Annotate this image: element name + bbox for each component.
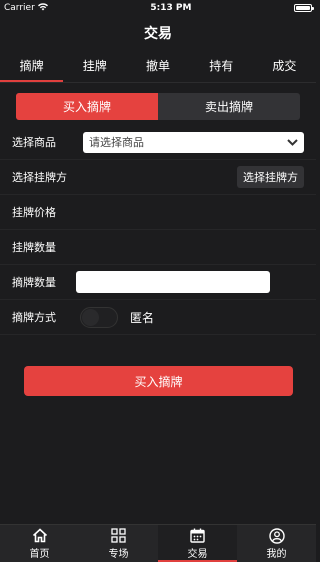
tabbar-trade-label: 交易 — [187, 548, 208, 560]
product-select[interactable]: 请选择商品 — [83, 131, 304, 153]
tab-delist[interactable]: 摘牌 — [0, 49, 64, 82]
delist-quantity-input[interactable] — [76, 271, 270, 293]
user-icon — [268, 527, 285, 544]
delist-quantity-row: 摘牌数量 — [0, 265, 316, 300]
tabbar-home[interactable]: 首页 — [0, 525, 79, 562]
method-label: 摘牌方式 — [12, 311, 56, 324]
anonymous-toggle[interactable] — [80, 306, 118, 328]
product-label: 选择商品 — [12, 136, 56, 149]
status-left: Carrier — [4, 2, 48, 14]
battery-icon — [293, 4, 314, 12]
tabbar-home-label: 首页 — [29, 548, 50, 560]
bottom-tab-bar: 首页 专场 交易 我的 — [0, 524, 316, 562]
chevron-down-icon — [286, 136, 298, 148]
grid-icon — [111, 528, 127, 544]
sell-delist-segment-button[interactable]: 卖出摘牌 — [158, 93, 300, 120]
top-tabs: 摘牌 挂牌 撤单 持有 成交 — [0, 49, 316, 83]
tab-holdings[interactable]: 持有 — [190, 49, 253, 82]
tabbar-me[interactable]: 我的 — [237, 525, 316, 562]
product-row: 选择商品 请选择商品 — [0, 125, 316, 160]
tabbar-special-label: 专场 — [108, 548, 129, 560]
tabbar-me-label: 我的 — [266, 548, 287, 560]
quantity-label: 挂牌数量 — [12, 241, 56, 254]
counterparty-row: 选择挂牌方 选择挂牌方 — [0, 160, 316, 195]
status-time: 5:13 PM — [150, 3, 192, 13]
tab-deals[interactable]: 成交 — [253, 49, 316, 82]
method-row: 摘牌方式 匿名 — [0, 300, 316, 335]
price-row: 挂牌价格 — [0, 195, 316, 230]
product-placeholder: 请选择商品 — [89, 136, 144, 149]
tab-list[interactable]: 挂牌 — [63, 49, 126, 82]
delist-quantity-label: 摘牌数量 — [12, 276, 56, 289]
buy-delist-segment-button[interactable]: 买入摘牌 — [16, 93, 158, 120]
delist-form: 选择商品 请选择商品 选择挂牌方 选择挂牌方 挂牌价格 挂牌数量 摘牌数量 摘牌… — [0, 125, 316, 335]
counterparty-label: 选择挂牌方 — [12, 171, 67, 184]
tabbar-special[interactable]: 专场 — [79, 525, 158, 562]
quantity-row: 挂牌数量 — [0, 230, 316, 265]
calendar-icon — [190, 528, 206, 544]
anonymous-label: 匿名 — [130, 310, 155, 325]
wifi-icon — [37, 2, 48, 14]
price-label: 挂牌价格 — [12, 206, 56, 219]
buy-sell-segment: 买入摘牌 卖出摘牌 — [16, 93, 300, 120]
toggle-knob — [82, 308, 99, 326]
home-icon — [32, 528, 48, 544]
carrier-label: Carrier — [4, 3, 35, 13]
submit-buy-delist-button[interactable]: 买入摘牌 — [24, 366, 293, 396]
status-bar: Carrier 5:13 PM — [0, 0, 316, 16]
page-title: 交易 — [0, 16, 316, 49]
tab-cancel[interactable]: 撤单 — [126, 49, 189, 82]
select-counterparty-button[interactable]: 选择挂牌方 — [237, 166, 304, 188]
tabbar-trade[interactable]: 交易 — [158, 525, 237, 562]
